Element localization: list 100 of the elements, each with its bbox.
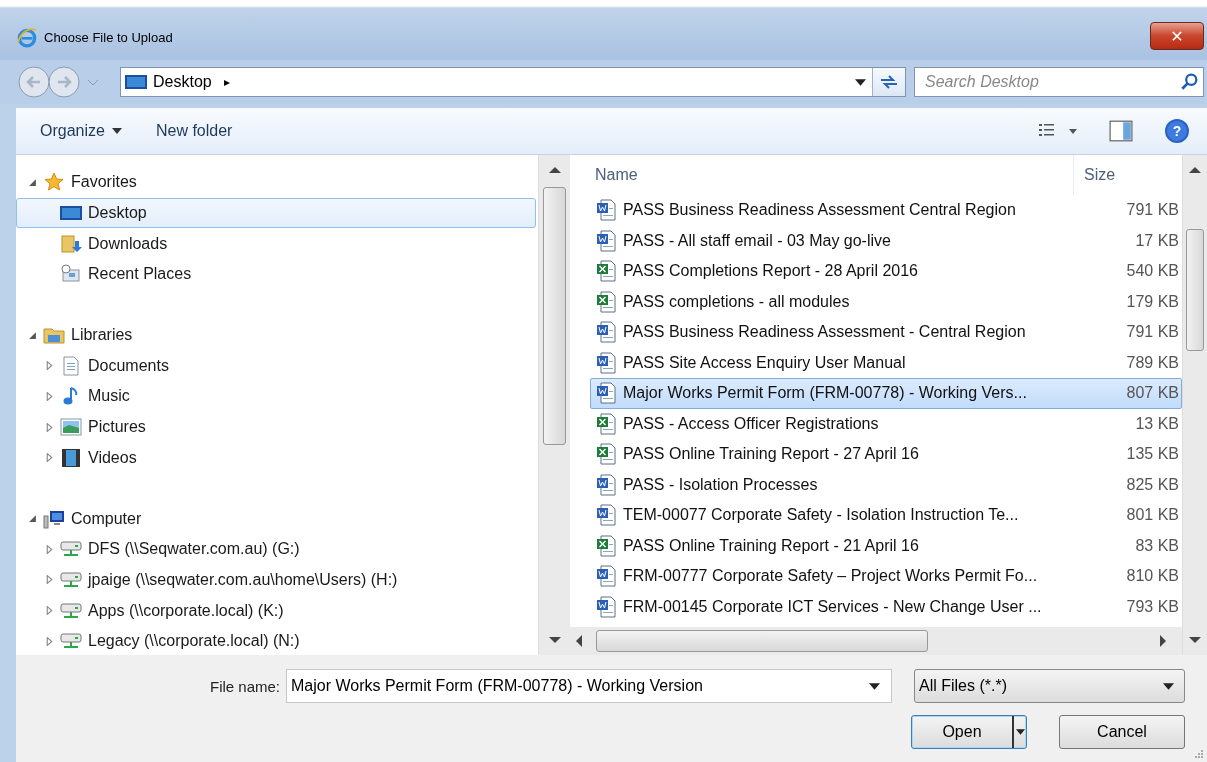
file-name: FRM-00777 Corporate Safety – Project Works Permit Fo... <box>623 567 1039 586</box>
file-row[interactable]: FRM-00145 Corporate ICT Services - New Change User ... 793 KB <box>590 591 1182 622</box>
film-icon <box>60 447 82 468</box>
file-name: FRM-00145 Corporate ICT Services - New Change User ... <box>623 597 1043 616</box>
file-row[interactable]: PASS Business Readiness Assessment - Central Region 791 KB <box>590 317 1182 348</box>
file-row[interactable]: TEM-00077 Corporate Safety - Isolation Instruction Te... 801 KB <box>590 500 1182 531</box>
file-row[interactable]: PASS Business Readiness Assessment Central Region 791 KB <box>590 195 1182 226</box>
file-row[interactable]: PASS Online Training Report - 21 April 16 83 KB <box>590 530 1182 561</box>
scrollbar[interactable] <box>538 155 570 655</box>
file-size: 791 KB <box>1125 323 1180 342</box>
file-name: PASS Online Training Report - 27 April 16 <box>623 445 920 464</box>
tree-item[interactable]: Apps (\\corporate.local) (K:) <box>16 595 536 626</box>
file-name: PASS Business Readiness Assessment Central Region <box>623 201 1017 220</box>
file-row[interactable]: FRM-00777 Corporate Safety – Project Works Permit Fo... 810 KB <box>590 561 1182 592</box>
word-document-icon <box>596 199 617 222</box>
horizontal-scrollbar[interactable] <box>570 627 1182 655</box>
address-location: Desktop <box>153 73 212 91</box>
column-header[interactable]: Name <box>590 155 1074 195</box>
folder-icon <box>43 325 65 346</box>
file-row[interactable]: Major Works Permit Form (FRM-00778) - Working Vers... 807 KB <box>590 378 1182 409</box>
tree-item[interactable]: Documents <box>16 350 536 382</box>
expander-icon[interactable] <box>45 453 54 463</box>
expander-icon[interactable] <box>45 391 54 401</box>
file-size: 825 KB <box>1125 475 1180 494</box>
star-icon <box>43 172 65 193</box>
search-icon <box>1180 73 1198 91</box>
close-button[interactable]: ✕ <box>1150 22 1204 50</box>
expander-icon[interactable] <box>28 514 37 524</box>
address-bar[interactable]: Desktop ▸ <box>120 67 906 97</box>
picture-icon <box>60 417 82 438</box>
view-options-button[interactable] <box>1039 123 1079 139</box>
spreadsheet-icon <box>596 412 617 435</box>
expander-icon[interactable] <box>45 544 54 554</box>
tree-item[interactable]: Pictures <box>16 411 536 443</box>
file-size: 791 KB <box>1125 201 1180 220</box>
tree-item[interactable]: Desktop <box>16 197 536 229</box>
tree-item[interactable]: Libraries <box>71 326 133 345</box>
computer-icon <box>43 508 65 529</box>
tree-item[interactable]: Legacy (\\corporate.local) (N:) <box>16 625 536 655</box>
file-row[interactable]: PASS - All staff email - 03 May go-live 17 KB <box>590 225 1182 256</box>
tree-item[interactable]: DFS (\\Seqwater.com.au) (G:) <box>16 533 536 565</box>
expander-icon[interactable] <box>45 575 54 585</box>
file-row[interactable]: PASS completions - all modules 179 KB <box>590 286 1182 317</box>
expander-icon[interactable] <box>45 361 54 371</box>
file-row[interactable]: PASS - Isolation Processes 825 KB <box>590 469 1182 500</box>
file-name: PASS Business Readiness Assessment - Central Region <box>623 323 1027 342</box>
refresh-button[interactable] <box>872 68 905 96</box>
dropdown-caret-icon[interactable] <box>869 683 880 690</box>
help-button[interactable]: ? <box>1165 119 1189 143</box>
word-document-icon <box>596 351 617 374</box>
expander-icon[interactable] <box>45 422 54 432</box>
file-row[interactable]: PASS Site Access Enquiry User Manual 789 KB <box>590 347 1182 378</box>
file-type-dropdown[interactable]: All Files (*.*) <box>914 669 1185 703</box>
tree-item[interactable]: Recent Places <box>16 259 536 290</box>
file-size: 793 KB <box>1125 597 1180 616</box>
tree-item[interactable]: Favorites <box>71 173 137 192</box>
file-name-field[interactable]: Major Works Permit Form (FRM-00778) - Working Version <box>286 669 892 703</box>
word-document-icon <box>596 504 617 527</box>
resize-grip-icon[interactable] <box>1193 748 1203 758</box>
file-size: 179 KB <box>1125 292 1180 311</box>
file-name-label: File name: <box>209 677 280 695</box>
folder-icon <box>60 233 82 254</box>
recent-places-icon <box>60 264 82 285</box>
expander-icon[interactable] <box>28 330 37 340</box>
dropdown-caret-icon[interactable] <box>855 78 866 86</box>
tree-item[interactable]: Computer <box>71 509 142 528</box>
scrollbar[interactable] <box>1182 155 1207 655</box>
expander-icon[interactable] <box>45 606 54 616</box>
column-header[interactable]: Size <box>1074 166 1116 184</box>
file-name: PASS - Access Officer Registrations <box>623 414 880 433</box>
dropdown-caret-icon <box>1163 682 1174 690</box>
tree-item[interactable]: Music <box>16 381 536 412</box>
file-name: Major Works Permit Form (FRM-00778) - Working Vers... <box>623 384 1028 403</box>
open-button[interactable]: Open <box>911 715 1027 749</box>
file-name: TEM-00077 Corporate Safety - Isolation Instruction Te... <box>623 506 1020 525</box>
window-title: Choose File to Upload <box>44 29 173 45</box>
spreadsheet-icon <box>596 534 617 557</box>
file-row[interactable]: PASS - Access Officer Registrations 13 KB <box>590 408 1182 439</box>
tree-item[interactable]: Videos <box>16 442 536 474</box>
file-row[interactable]: PASS Completions Report - 28 April 2016 540 KB <box>590 256 1182 287</box>
search-field[interactable]: Search Desktop <box>914 67 1204 97</box>
word-document-icon <box>596 595 617 618</box>
file-size: 801 KB <box>1125 506 1180 525</box>
word-document-icon <box>596 473 617 496</box>
desktop-icon <box>125 72 147 92</box>
file-row[interactable]: PASS Online Training Report - 27 April 16 135 KB <box>590 439 1182 470</box>
refresh-icon <box>879 74 899 90</box>
file-name: PASS Site Access Enquiry User Manual <box>623 353 907 372</box>
tree-item[interactable]: jpaige (\\seqwater.com.au\home\Users) (H:) <box>16 564 536 596</box>
breadcrumb-arrow[interactable]: ▸ <box>217 75 236 89</box>
menu-button[interactable]: Organize <box>30 116 132 146</box>
cancel-button[interactable]: Cancel <box>1059 715 1185 749</box>
expander-icon[interactable] <box>45 636 54 646</box>
tree-item[interactable]: Downloads <box>16 228 536 260</box>
toolbar-button[interactable]: New folder <box>145 116 243 146</box>
browser-logo-icon <box>16 26 38 48</box>
spreadsheet-icon <box>596 260 617 283</box>
expander-icon[interactable] <box>28 177 37 187</box>
preview-pane-icon[interactable] <box>1109 120 1133 142</box>
file-name: PASS - All staff email - 03 May go-live <box>623 231 892 250</box>
